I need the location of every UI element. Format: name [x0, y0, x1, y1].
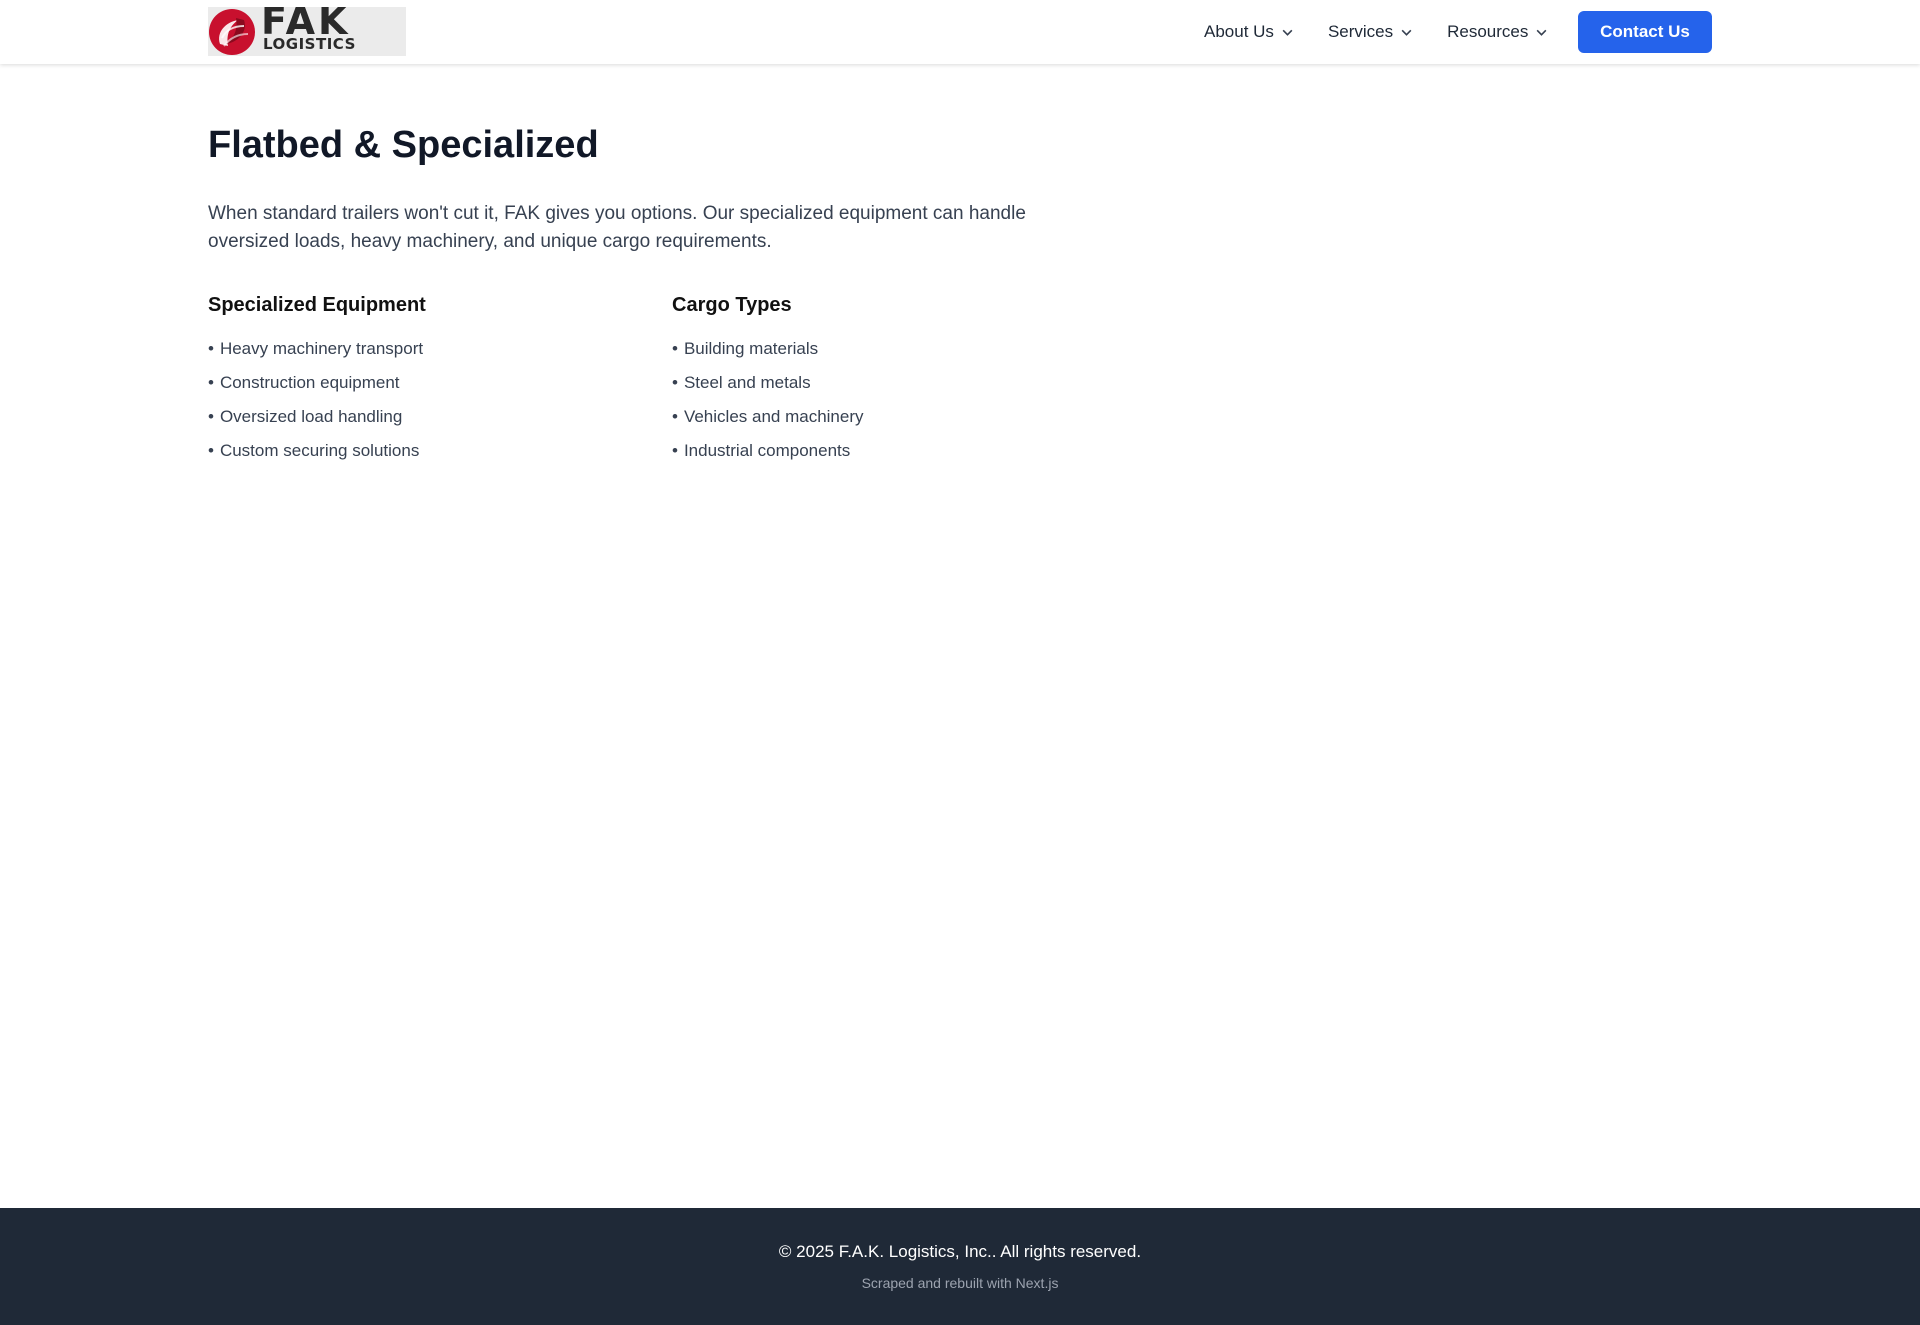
company-logo[interactable]: FAK LOGISTICS [208, 7, 406, 56]
nav-item-resources[interactable]: Resources [1447, 22, 1548, 42]
copyright-text: © 2025 F.A.K. Logistics, Inc.. All right… [778, 1242, 1142, 1261]
chevron-down-icon [1401, 29, 1412, 36]
nav-item-label: Services [1327, 22, 1394, 41]
logo-subtitle: LOGISTICS [263, 35, 356, 53]
page-title: Flatbed & Specialized [208, 124, 599, 166]
nav-item-label: Resources [1447, 22, 1529, 41]
equipment-list: • Heavy machinery transport • Construction… [208, 332, 648, 468]
section-heading: Cargo Types [672, 294, 792, 316]
site-footer: © 2025 F.A.K. Logistics, Inc.. All right… [0, 1208, 1920, 1325]
site-header: FAK LOGISTICS About Us Services Resource… [0, 0, 1920, 64]
logo-swirl-icon [209, 9, 255, 55]
list-item: • Custom securing solutions [208, 441, 420, 460]
list-item: • Oversized load handling [208, 407, 403, 426]
list-item: • Building materials [672, 339, 819, 358]
specialized-equipment-section: Specialized Equipment • Heavy machinery t… [208, 290, 648, 468]
nav-item-about-us[interactable]: About Us [1204, 22, 1294, 42]
main-nav: About Us Services Resources [1204, 0, 1582, 64]
cargo-list: • Building materials • Steel and metals • V… [672, 332, 1112, 468]
intro-paragraph: When standard trailers won't cut it, FAK… [208, 203, 1026, 252]
list-item: • Steel and metals [672, 373, 811, 392]
list-item: • Construction equipment [208, 373, 400, 392]
cargo-types-section: Cargo Types • Building materials • Steel a… [672, 290, 1112, 468]
section-heading: Specialized Equipment [208, 294, 426, 316]
contact-us-button[interactable]: Contact Us [1578, 11, 1712, 53]
nav-item-label: About Us [1204, 22, 1274, 41]
chevron-down-icon [1536, 29, 1547, 36]
list-item: • Vehicles and machinery [672, 407, 864, 426]
list-item: • Industrial components [672, 441, 851, 460]
chevron-down-icon [1282, 29, 1293, 36]
footer-note: Scraped and rebuilt with Next.js [861, 1275, 1059, 1291]
nav-item-services[interactable]: Services [1328, 22, 1413, 42]
list-item: • Heavy machinery transport [208, 339, 424, 358]
